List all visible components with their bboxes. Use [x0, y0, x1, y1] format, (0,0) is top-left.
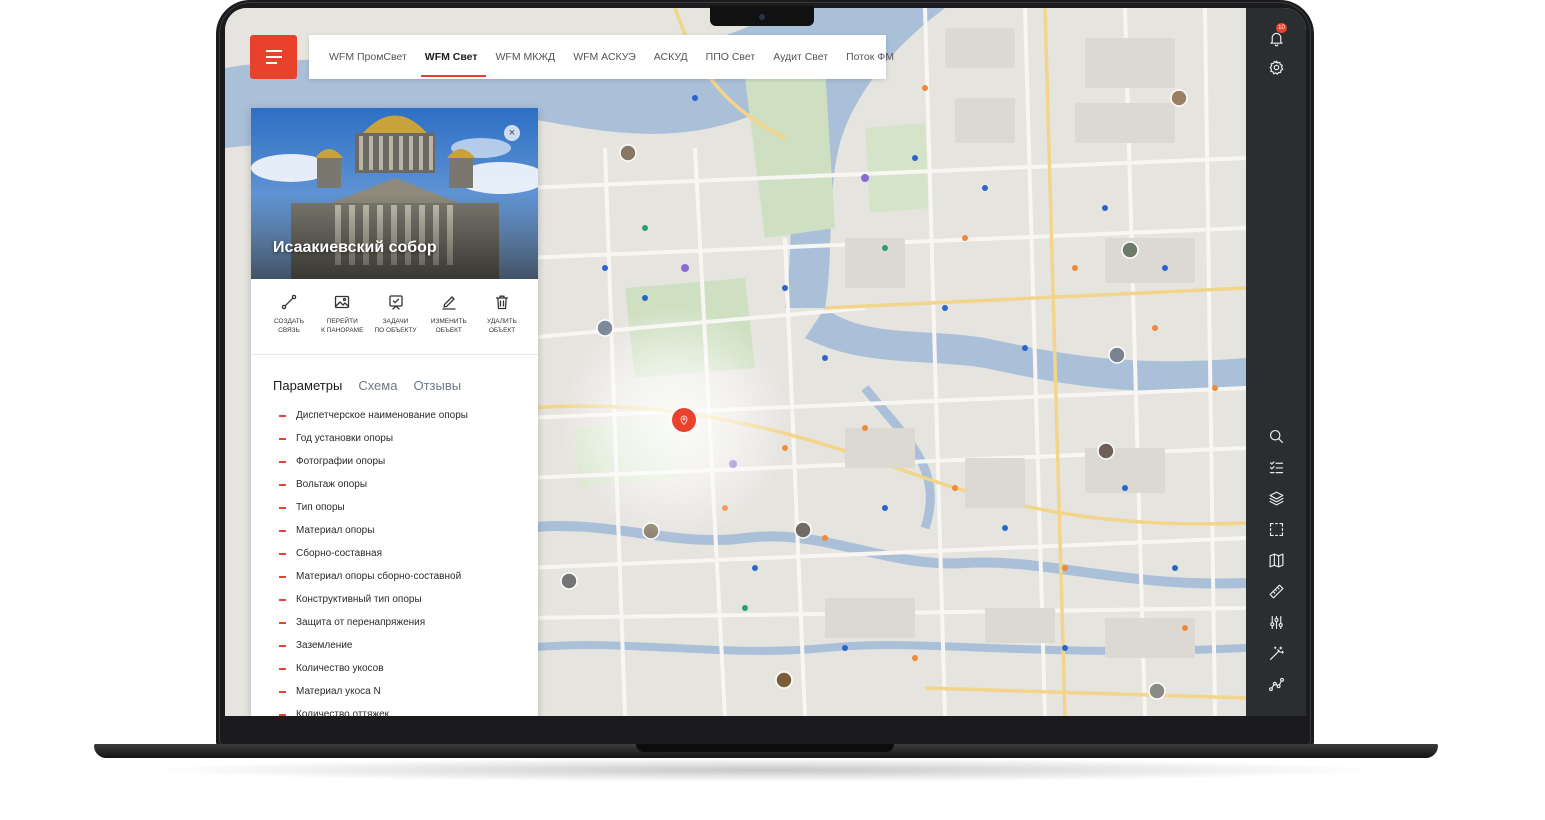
trash-icon: [495, 295, 509, 310]
tab-wfm-askue[interactable]: WFM АСКУЭ: [573, 35, 636, 79]
parameter-item[interactable]: Сборно-составная: [279, 547, 468, 570]
action-label-line: объект: [488, 326, 516, 334]
action-label-line: Изменить: [430, 318, 467, 325]
parameter-item[interactable]: Фотографии опоры: [279, 455, 468, 478]
filters-icon: [1269, 615, 1283, 629]
measure-button[interactable]: [1266, 581, 1286, 601]
action-label-line: по объекту: [374, 326, 417, 334]
link-icon: [281, 294, 297, 310]
map-view-button[interactable]: [1266, 550, 1286, 570]
object-photo: Исаакиевский собор ×: [251, 108, 538, 279]
create-link-button[interactable]: Создать связь: [263, 294, 315, 335]
search-button[interactable]: [1266, 426, 1286, 446]
search-icon: [1269, 429, 1283, 443]
task-icon: [388, 295, 403, 310]
tab-audit-svet[interactable]: Аудит Свет: [773, 35, 828, 79]
screen: WFM ПромСвет WFM Свет WFM МКЖД WFM АСКУЭ…: [225, 8, 1306, 716]
tab-wfm-svet[interactable]: WFM Свет: [420, 35, 486, 79]
laptop-base-notch: [636, 744, 894, 752]
open-panorama-button[interactable]: Перейти к панораме: [316, 294, 368, 335]
ruler-icon: [1269, 584, 1283, 598]
action-label-line: к панораме: [321, 326, 364, 334]
action-label-line: Создать: [274, 318, 304, 325]
parameter-item[interactable]: Материал опоры сборно-составной: [279, 570, 468, 593]
route-button[interactable]: [1266, 674, 1286, 694]
parameters-list: Диспетчерское наименование опоры Год уст…: [279, 409, 468, 716]
laptop-shadow: [140, 758, 1390, 782]
tab-parameters[interactable]: Параметры: [273, 378, 342, 393]
camera-icon: [759, 14, 765, 20]
notification-count-badge: 10: [1276, 23, 1287, 33]
image-icon: [335, 295, 350, 309]
tab-ppo-svet[interactable]: ППО Свет: [706, 35, 756, 79]
parameter-item[interactable]: Количество укосов: [279, 662, 468, 685]
route-icon: [1268, 677, 1284, 691]
parameter-item[interactable]: Заземление: [279, 639, 468, 662]
object-actions: Создать связь Перейти к панораме Задачи по …: [263, 294, 528, 335]
parameter-item[interactable]: Вольтаж опоры: [279, 478, 468, 501]
tab-wfm-mkzhd[interactable]: WFM МКЖД: [496, 35, 556, 79]
product-tabs: WFM ПромСвет WFM Свет WFM МКЖД WFM АСКУЭ…: [309, 35, 894, 79]
action-label-line: Удалить: [487, 318, 517, 325]
checklist-button[interactable]: [1266, 457, 1286, 477]
object-title: Исаакиевский собор: [273, 239, 437, 256]
settings-button[interactable]: [1266, 57, 1286, 77]
parameter-item[interactable]: Год установки опоры: [279, 432, 468, 455]
divider: [251, 354, 538, 355]
selection-icon: [1269, 522, 1283, 536]
tab-wfm-promsvet[interactable]: WFM ПромСвет: [329, 35, 407, 79]
filters-button[interactable]: [1266, 612, 1286, 632]
action-label-line: Задачи: [382, 318, 409, 325]
main-menu-button[interactable]: [250, 35, 297, 79]
hamburger-icon: [265, 50, 282, 52]
layers-icon: [1269, 491, 1283, 505]
tab-potok-fm[interactable]: Поток ФМ: [846, 35, 894, 79]
close-panel-button[interactable]: ×: [504, 125, 520, 141]
edit-object-button[interactable]: Изменить объект: [423, 294, 475, 335]
edit-icon: [442, 296, 456, 310]
checklist-icon: [1269, 460, 1283, 473]
gear-icon: [1269, 60, 1283, 75]
parameter-item[interactable]: Материал укоса N: [279, 685, 468, 708]
parameter-item[interactable]: Количество оттяжек: [279, 708, 468, 716]
area-select-button[interactable]: [1266, 519, 1286, 539]
map-icon: [1269, 553, 1283, 567]
action-label-line: Перейти: [326, 318, 358, 325]
selected-object-marker[interactable]: [672, 408, 696, 432]
camera-notch: [710, 6, 814, 26]
right-toolbar: 10: [1246, 8, 1306, 716]
object-tasks-button[interactable]: Задачи по объекту: [370, 294, 422, 335]
notifications-button[interactable]: 10: [1266, 23, 1287, 48]
tab-askud[interactable]: АСКУД: [654, 35, 688, 79]
object-info-panel: Исаакиевский собор × Создать связь Перейт…: [251, 108, 538, 716]
parameter-item[interactable]: Диспетчерское наименование опоры: [279, 409, 468, 432]
magic-wand-icon: [1269, 646, 1284, 660]
parameter-item[interactable]: Материал опоры: [279, 524, 468, 547]
action-label-line: связь: [278, 326, 300, 334]
auto-tools-button[interactable]: [1266, 643, 1286, 663]
layers-button[interactable]: [1266, 488, 1286, 508]
delete-object-button[interactable]: Удалить объект: [476, 294, 528, 335]
parameter-item[interactable]: Защита от перенапряжения: [279, 616, 468, 639]
tab-reviews[interactable]: Отзывы: [413, 378, 461, 393]
panel-tabs: Параметры Схема Отзывы: [273, 378, 461, 393]
tab-scheme[interactable]: Схема: [358, 378, 397, 393]
action-label-line: объект: [435, 326, 462, 334]
parameter-item[interactable]: Тип опоры: [279, 501, 468, 524]
location-pin-icon: [680, 415, 688, 426]
parameter-item[interactable]: Конструктивный тип опоры: [279, 593, 468, 616]
